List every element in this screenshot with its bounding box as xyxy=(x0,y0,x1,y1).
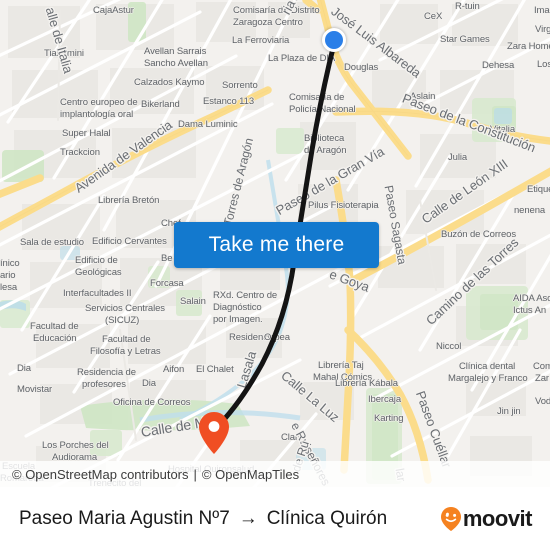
attribution-tiles[interactable]: © OpenMapTiles xyxy=(202,467,299,482)
attribution-separator: | xyxy=(193,466,197,482)
trip-footer: Paseo Maria Agustin Nº7 → Clínica Quirón… xyxy=(0,487,550,550)
trip-origin-label: Paseo Maria Agustin Nº7 xyxy=(19,507,230,529)
trip-destination-label: Clínica Quirón xyxy=(266,507,388,529)
trip-summary: Paseo Maria Agustin Nº7 → Clínica Quirón xyxy=(19,508,440,530)
moovit-trip-screenshot: .blk { fill:#e9e7e3; } .blk2 { fill:#e4e… xyxy=(0,0,550,550)
moovit-wordmark: moovit xyxy=(462,505,533,531)
attribution-osm[interactable]: © OpenStreetMap contributors xyxy=(12,467,189,482)
map-attribution: © OpenStreetMap contributors | © OpenMap… xyxy=(0,461,550,487)
arrow-right-icon: → xyxy=(238,508,258,529)
destination-pin-icon xyxy=(199,412,229,454)
moovit-logo[interactable]: moovit xyxy=(440,505,533,532)
take-me-there-button[interactable]: Take me there xyxy=(174,222,379,268)
origin-marker[interactable] xyxy=(322,28,346,52)
destination-marker[interactable] xyxy=(198,411,230,455)
map-canvas[interactable]: .blk { fill:#e9e7e3; } .blk2 { fill:#e4e… xyxy=(0,0,550,487)
moovit-pin-icon xyxy=(440,506,461,531)
